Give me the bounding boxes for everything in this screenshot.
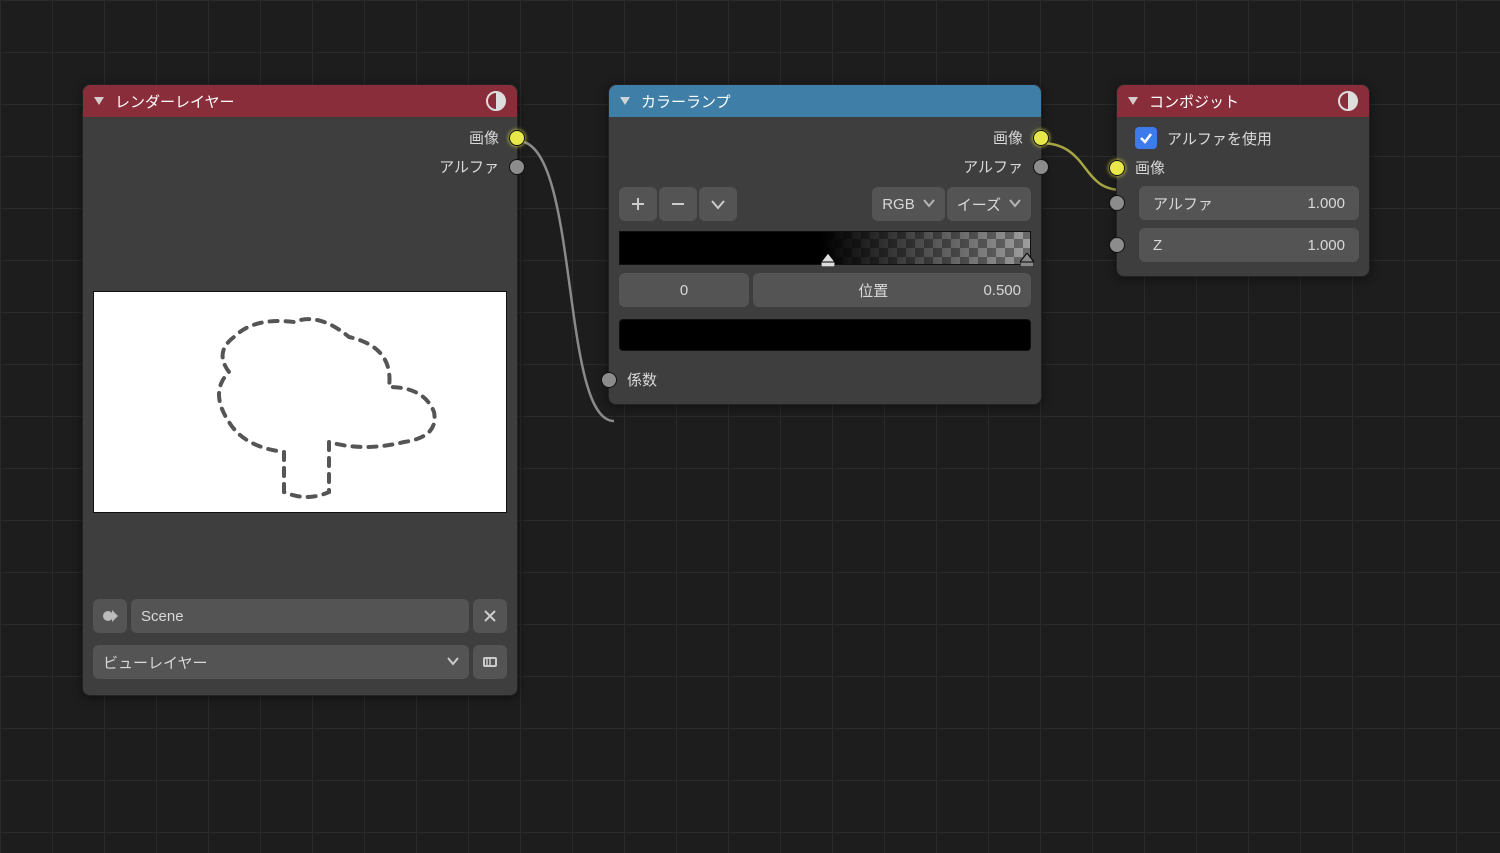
scene-clear-button[interactable] [473, 599, 507, 633]
node-color-ramp[interactable]: カラーランプ 画像 アルファ RGB イー [608, 84, 1042, 405]
node-title: コンポジット [1149, 91, 1239, 112]
socket-image-in[interactable] [1109, 160, 1125, 176]
ramp-stop-handle[interactable] [821, 253, 835, 267]
input-alpha[interactable]: アルファ 1.000 [1117, 182, 1369, 224]
input-fac[interactable]: 係数 [609, 365, 1041, 394]
z-value-field[interactable]: Z 1.000 [1139, 228, 1359, 262]
chevron-down-icon [447, 654, 459, 671]
input-image[interactable]: 画像 [1117, 153, 1369, 182]
composite-icon [1337, 90, 1359, 112]
ramp-stop-color[interactable] [619, 319, 1031, 351]
ramp-stop-index[interactable]: 0 [619, 273, 749, 307]
ramp-interp-select[interactable]: イーズ [947, 187, 1031, 221]
input-z[interactable]: Z 1.000 [1117, 224, 1369, 266]
ramp-mode-select[interactable]: RGB [872, 187, 945, 221]
scene-browse-button[interactable] [93, 599, 127, 633]
ramp-gradient[interactable] [619, 231, 1031, 265]
collapse-triangle-icon[interactable] [1127, 95, 1139, 107]
ramp-position-field[interactable]: 位置 0.500 [753, 273, 1031, 307]
socket-image-out[interactable] [1033, 130, 1049, 146]
ramp-stop-handle[interactable] [1020, 253, 1034, 267]
node-render-layers[interactable]: レンダーレイヤー 画像 アルファ Scene [82, 84, 518, 696]
viewlayer-pin-button[interactable] [473, 645, 507, 679]
chevron-down-icon [1009, 196, 1021, 213]
output-image[interactable]: 画像 [83, 123, 517, 152]
use-alpha-checkbox[interactable]: アルファを使用 [1117, 123, 1369, 153]
ramp-add-button[interactable] [619, 187, 657, 221]
node-header[interactable]: レンダーレイヤー [83, 85, 517, 117]
socket-alpha-in[interactable] [1109, 195, 1125, 211]
checkbox-checked-icon [1135, 127, 1157, 149]
node-header[interactable]: コンポジット [1117, 85, 1369, 117]
socket-alpha-out[interactable] [1033, 159, 1049, 175]
output-alpha[interactable]: アルファ [83, 152, 517, 181]
ramp-remove-button[interactable] [659, 187, 697, 221]
render-preview [93, 291, 507, 513]
collapse-triangle-icon[interactable] [93, 95, 105, 107]
ramp-specials-button[interactable] [699, 187, 737, 221]
chevron-down-icon [923, 196, 935, 213]
socket-fac-in[interactable] [601, 372, 617, 388]
scene-field[interactable]: Scene [131, 599, 469, 633]
socket-alpha-out[interactable] [509, 159, 525, 175]
node-header[interactable]: カラーランプ [609, 85, 1041, 117]
output-image[interactable]: 画像 [609, 123, 1041, 152]
output-alpha[interactable]: アルファ [609, 152, 1041, 181]
node-composite[interactable]: コンポジット アルファを使用 画像 アルファ 1.000 Z 1. [1116, 84, 1370, 277]
node-title: カラーランプ [641, 91, 731, 112]
node-title: レンダーレイヤー [115, 91, 235, 112]
socket-image-out[interactable] [509, 130, 525, 146]
socket-z-in[interactable] [1109, 237, 1125, 253]
collapse-triangle-icon[interactable] [619, 95, 631, 107]
render-layers-icon [485, 90, 507, 112]
alpha-value-field[interactable]: アルファ 1.000 [1139, 186, 1359, 220]
viewlayer-field[interactable]: ビューレイヤー [93, 645, 469, 679]
